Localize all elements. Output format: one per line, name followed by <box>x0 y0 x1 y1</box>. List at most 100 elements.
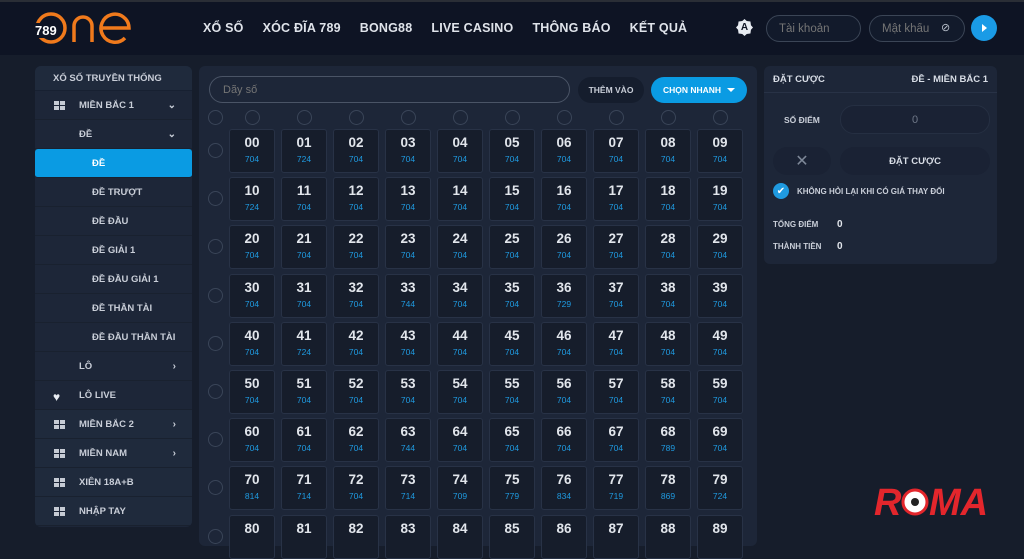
nav-xo-so[interactable]: XỔ SỐ <box>203 21 244 35</box>
sidebar-item[interactable]: ĐỀ ĐẦU GIẢI 1 <box>35 265 192 294</box>
number-cell[interactable]: 88 <box>645 514 691 559</box>
row-radio[interactable] <box>208 143 223 158</box>
column-radio[interactable] <box>453 110 468 125</box>
row-radio[interactable] <box>208 335 223 351</box>
number-cell[interactable]: 49 704 <box>697 321 743 366</box>
sidebar-item[interactable]: ĐỀ GIẢI 1 <box>35 236 192 265</box>
column-radio[interactable] <box>609 110 624 125</box>
number-cell[interactable]: 48 704 <box>645 321 691 366</box>
number-cell[interactable]: 40 704 <box>229 321 275 366</box>
number-cell[interactable]: 00 704 <box>229 129 275 173</box>
number-cell[interactable]: 47 704 <box>593 321 639 366</box>
number-cell[interactable]: 72 704 <box>333 466 379 511</box>
number-cell[interactable]: 60 704 <box>229 418 275 463</box>
number-cell[interactable]: 61 704 <box>281 418 327 463</box>
username-input[interactable] <box>766 15 861 42</box>
number-cell[interactable]: 79 724 <box>697 466 743 511</box>
number-cell[interactable]: 30 704 <box>229 273 275 318</box>
number-cell[interactable]: 37 704 <box>593 273 639 318</box>
row-radio[interactable] <box>208 287 223 303</box>
number-cell[interactable]: 86 <box>541 514 587 559</box>
number-cell[interactable]: 07 704 <box>593 129 639 173</box>
number-cell[interactable]: 62 704 <box>333 418 379 463</box>
sidebar-item[interactable]: ĐỀ ⌄ <box>35 120 192 149</box>
number-cell[interactable]: 10 724 <box>229 177 275 222</box>
nav-thong-bao[interactable]: THÔNG BÁO <box>532 21 610 35</box>
number-cell[interactable]: 65 704 <box>489 418 535 463</box>
row-radio[interactable] <box>208 239 223 255</box>
number-cell[interactable]: 63 744 <box>385 418 431 463</box>
number-cell[interactable]: 70 814 <box>229 466 275 511</box>
number-cell[interactable]: 87 <box>593 514 639 559</box>
number-cell[interactable]: 67 704 <box>593 418 639 463</box>
number-cell[interactable]: 22 704 <box>333 225 379 270</box>
number-cell[interactable]: 54 704 <box>437 370 483 414</box>
number-cell[interactable]: 14 704 <box>437 177 483 222</box>
number-cell[interactable]: 43 704 <box>385 321 431 366</box>
number-cell[interactable]: 34 704 <box>437 273 483 318</box>
column-radio[interactable] <box>713 110 728 125</box>
nav-bong88[interactable]: BONG88 <box>360 21 413 35</box>
number-cell[interactable]: 77 719 <box>593 466 639 511</box>
number-cell[interactable]: 32 704 <box>333 273 379 318</box>
sidebar-item[interactable]: ĐỀ ĐẦU <box>35 207 192 236</box>
number-cell[interactable]: 59 704 <box>697 370 743 414</box>
sidebar-item[interactable]: ĐỀ ĐẦU THẦN TÀI <box>35 323 192 352</box>
number-cell[interactable]: 50 704 <box>229 370 275 414</box>
number-cell[interactable]: 84 <box>437 514 483 559</box>
nav-xoc-dia[interactable]: XÓC ĐĨA 789 <box>263 21 341 35</box>
number-cell[interactable]: 29 704 <box>697 225 743 270</box>
number-cell[interactable]: 64 704 <box>437 418 483 463</box>
number-cell[interactable]: 39 704 <box>697 273 743 318</box>
number-cell[interactable]: 33 744 <box>385 273 431 318</box>
clear-button[interactable]: ✕ <box>773 147 831 175</box>
number-cell[interactable]: 75 779 <box>489 466 535 511</box>
column-radio[interactable] <box>661 110 676 125</box>
sidebar-item[interactable]: ĐỀ THẦN TÀI <box>35 294 192 323</box>
sidebar-item[interactable]: ĐỀ TRƯỢT <box>35 178 192 207</box>
logo[interactable]: 789 <box>34 10 134 46</box>
number-cell[interactable]: 35 704 <box>489 273 535 318</box>
number-cell[interactable]: 18 704 <box>645 177 691 222</box>
number-cell[interactable]: 36 729 <box>541 273 587 318</box>
number-cell[interactable]: 21 704 <box>281 225 327 270</box>
number-cell[interactable]: 42 704 <box>333 321 379 366</box>
column-radio[interactable] <box>349 110 364 125</box>
sidebar-item[interactable]: XIÊN 18A+B <box>35 468 192 497</box>
number-cell[interactable]: 76 834 <box>541 466 587 511</box>
number-cell[interactable]: 53 704 <box>385 370 431 414</box>
number-cell[interactable]: 83 <box>385 514 431 559</box>
eye-slash-icon[interactable]: ⊘ <box>941 21 950 34</box>
sidebar-item[interactable]: LÔ › <box>35 352 192 381</box>
row-radio[interactable] <box>208 480 223 496</box>
number-cell[interactable]: 56 704 <box>541 370 587 414</box>
row-radio[interactable] <box>208 528 223 544</box>
number-cell[interactable]: 89 <box>697 514 743 559</box>
row-radio[interactable] <box>208 191 223 207</box>
login-button[interactable] <box>971 15 997 41</box>
number-cell[interactable]: 81 <box>281 514 327 559</box>
sidebar-item[interactable]: ĐỀ <box>35 149 192 178</box>
number-cell[interactable]: 16 704 <box>541 177 587 222</box>
sidebar-item[interactable]: NHẬP TAY <box>35 497 192 526</box>
number-cell[interactable]: 12 704 <box>333 177 379 222</box>
number-cell[interactable]: 46 704 <box>541 321 587 366</box>
number-cell[interactable]: 57 704 <box>593 370 639 414</box>
number-cell[interactable]: 04 704 <box>437 129 483 173</box>
row-radio[interactable] <box>208 384 223 399</box>
number-cell[interactable]: 06 704 <box>541 129 587 173</box>
number-cell[interactable]: 09 704 <box>697 129 743 173</box>
number-cell[interactable]: 05 704 <box>489 129 535 173</box>
column-radio[interactable] <box>505 110 520 125</box>
number-cell[interactable]: 31 704 <box>281 273 327 318</box>
column-radio[interactable] <box>557 110 572 125</box>
number-cell[interactable]: 25 704 <box>489 225 535 270</box>
number-cell[interactable]: 71 714 <box>281 466 327 511</box>
number-cell[interactable]: 52 704 <box>333 370 379 414</box>
number-cell[interactable]: 24 704 <box>437 225 483 270</box>
nav-ket-qua[interactable]: KẾT QUẢ <box>630 21 688 35</box>
place-bet-button[interactable]: ĐẶT CƯỢC <box>840 147 990 175</box>
number-cell[interactable]: 69 704 <box>697 418 743 463</box>
number-cell[interactable]: 08 704 <box>645 129 691 173</box>
number-cell[interactable]: 85 <box>489 514 535 559</box>
